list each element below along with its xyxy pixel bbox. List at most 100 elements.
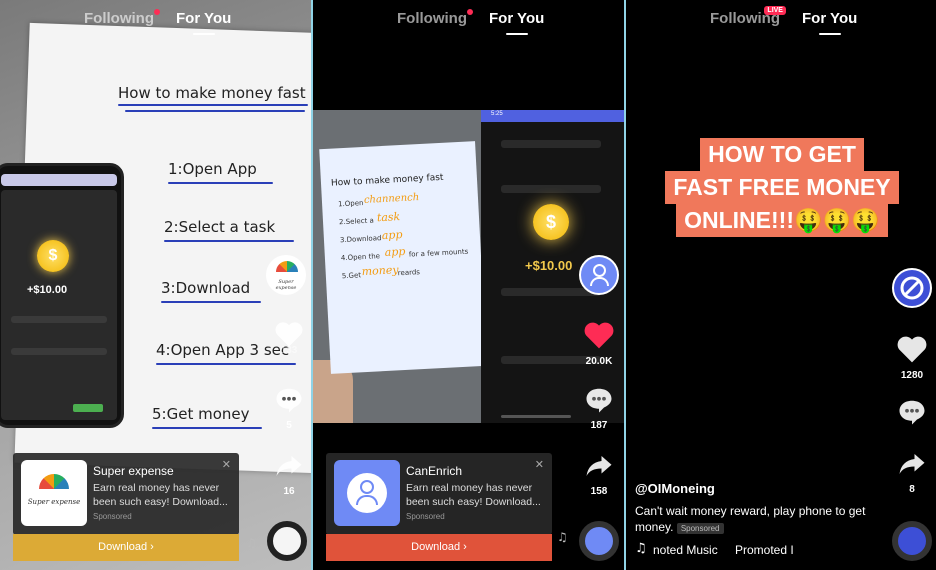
- paper-line-5: 5.Get: [341, 271, 362, 281]
- coin-icon: $: [533, 204, 569, 240]
- avatar-brand-text: Super expense: [275, 279, 297, 291]
- share-icon: [899, 454, 925, 474]
- phone-amount: +$10.00: [27, 284, 68, 296]
- phone-device: $ +$10.00: [0, 163, 124, 428]
- step-1: 1:Open App: [168, 160, 257, 178]
- close-icon[interactable]: ✕: [535, 458, 544, 471]
- underline: [164, 240, 294, 242]
- handwritten-word: app: [384, 244, 406, 259]
- tab-following[interactable]: Following LIVE: [710, 6, 786, 27]
- underline: [152, 427, 262, 429]
- creator-avatar[interactable]: Super expense: [266, 255, 306, 295]
- paper-line-4: 4.Open the: [340, 252, 381, 263]
- close-icon[interactable]: ✕: [222, 458, 231, 471]
- tab-following[interactable]: Following: [397, 9, 473, 27]
- coin-icon: $: [37, 240, 69, 272]
- heart-icon: [897, 336, 927, 363]
- ad-title: CanEnrich: [406, 464, 463, 478]
- tab-for-you[interactable]: For You: [802, 10, 857, 35]
- paper-line-1: 1.Open: [337, 198, 364, 209]
- sponsored-label: Sponsored: [406, 512, 445, 521]
- comment-button[interactable]: 5: [267, 386, 311, 431]
- download-button[interactable]: Download ›: [326, 534, 552, 561]
- like-button[interactable]: 133: [267, 320, 311, 356]
- top-navigation: Following LIVE For You: [626, 6, 936, 40]
- umbrella-logo-icon: [276, 261, 298, 272]
- top-navigation: Following For You: [0, 9, 311, 40]
- banner-line-1: HOW TO GET: [700, 138, 864, 171]
- share-icon: [586, 456, 612, 476]
- username[interactable]: @OIMoneing: [635, 481, 715, 496]
- underline: [125, 110, 305, 112]
- caption: Can't wait money reward, play phone to g…: [635, 503, 870, 537]
- video-panel-3[interactable]: Following LIVE For You HOW TO GET FAST FR…: [626, 0, 936, 570]
- share-button[interactable]: 158: [577, 452, 621, 497]
- tab-for-you[interactable]: For You: [489, 10, 544, 35]
- music-disc[interactable]: [579, 521, 619, 561]
- ad-card[interactable]: Super expense Super expense Earn real mo…: [13, 453, 239, 535]
- top-navigation: Following For You: [313, 9, 624, 40]
- magnifier-icon: [590, 277, 609, 286]
- tab-for-you[interactable]: For You: [176, 10, 231, 35]
- comment-icon: [586, 388, 612, 413]
- comment-button[interactable]: 187: [577, 386, 621, 431]
- underline: [161, 301, 261, 303]
- paper-line-3: 3.Download: [339, 234, 382, 245]
- person-search-icon: [347, 473, 387, 513]
- download-button[interactable]: Download ›: [13, 534, 239, 561]
- like-count: 20.0K: [585, 356, 613, 367]
- music-disc[interactable]: [267, 521, 307, 561]
- like-button[interactable]: 1280: [890, 334, 934, 381]
- share-count: 8: [909, 484, 915, 495]
- step-5: 5:Get money: [152, 405, 250, 423]
- like-count: 1280: [900, 370, 924, 381]
- share-count: 158: [590, 486, 608, 497]
- music-disc[interactable]: [892, 521, 932, 561]
- handwritten-word: task: [376, 210, 401, 225]
- heart-icon: [584, 322, 614, 349]
- person-icon: [593, 264, 606, 277]
- share-button[interactable]: 16: [267, 452, 311, 497]
- ad-title: Super expense: [93, 464, 174, 478]
- video-panel-1[interactable]: How to make money fast 1:Open App 2:Sele…: [0, 0, 311, 570]
- paper-sheet: How to make money fast 1.Open channench …: [319, 141, 487, 374]
- handwritten-word: channench: [363, 192, 420, 206]
- ad-card[interactable]: CanEnrich Earn real money has never been…: [326, 453, 552, 535]
- paper-line-5b: reards: [397, 268, 421, 278]
- ad-description: Earn real money has never been such easy…: [93, 482, 228, 508]
- music-note-icon: ♫: [557, 530, 568, 544]
- banner-line-2: FAST FREE MONEY: [665, 171, 899, 204]
- ad-logo-text: Super expense: [27, 498, 81, 506]
- step-3: 3:Download: [161, 279, 251, 297]
- share-count: 16: [283, 486, 295, 497]
- sponsored-badge: Sponsored: [676, 523, 724, 534]
- live-badge: LIVE: [764, 6, 786, 15]
- like-button[interactable]: 20.0K: [577, 320, 621, 367]
- ad-logo: Super expense: [21, 460, 87, 526]
- creator-avatar[interactable]: [579, 255, 619, 295]
- notification-dot: [466, 9, 473, 15]
- notification-dot: [153, 9, 160, 15]
- music-title[interactable]: noted Music: [653, 543, 718, 557]
- creator-avatar[interactable]: [892, 268, 932, 308]
- caption-text: Can't wait money reward, play phone to g…: [635, 504, 866, 534]
- comment-button[interactable]: [890, 398, 934, 431]
- handwritten-word: money: [361, 263, 399, 279]
- umbrella-logo-icon: [39, 474, 69, 489]
- tab-following[interactable]: Following: [84, 9, 160, 27]
- video-panel-2[interactable]: How to make money fast 1.Open channench …: [313, 0, 624, 570]
- ad-logo: [334, 460, 400, 526]
- paper-line-2: 2.Select a: [338, 216, 375, 227]
- music-note-icon: ♫: [246, 536, 257, 550]
- phone-status-time: 5:25: [491, 111, 503, 117]
- underline: [168, 182, 273, 184]
- paper-title: How to make money fast: [330, 172, 444, 189]
- phone-status-bar: 5:25: [481, 110, 624, 122]
- underline: [156, 363, 296, 365]
- banner-line-3: ONLINE!!!🤑🤑🤑: [676, 204, 888, 237]
- underline: [118, 104, 308, 106]
- step-2: 2:Select a task: [164, 218, 276, 236]
- paper-line-4b: for a few mounts: [408, 247, 469, 259]
- handwritten-word: app: [381, 228, 403, 243]
- share-button[interactable]: 8: [890, 450, 934, 495]
